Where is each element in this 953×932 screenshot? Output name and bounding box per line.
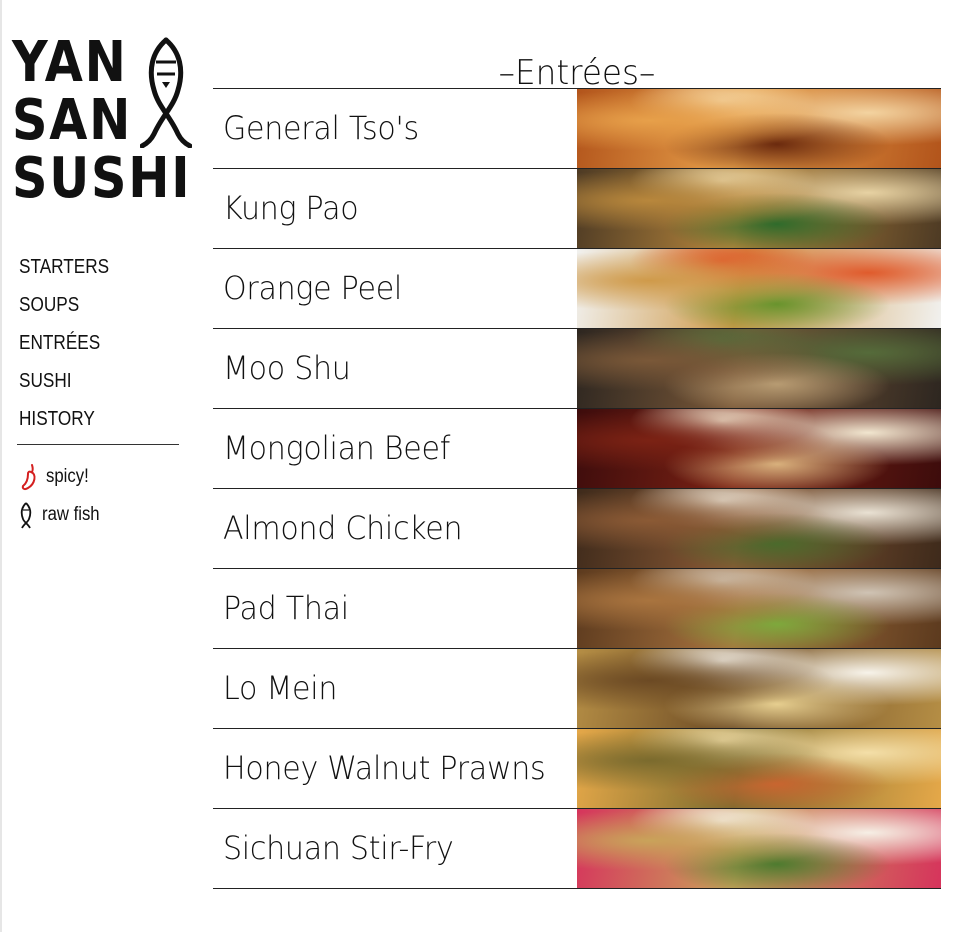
menu-item-row[interactable]: Orange Peel bbox=[213, 249, 941, 329]
menu-legend: spicy! raw fish bbox=[18, 458, 107, 534]
nav-link-sushi[interactable]: SUSHI bbox=[19, 362, 109, 400]
menu-item-name: General Tso's bbox=[223, 109, 419, 147]
main-nav: STARTERS SOUPS ENTRÉES SUSHI HISTORY bbox=[19, 248, 124, 438]
menu-item-row[interactable]: General Tso's bbox=[213, 89, 941, 169]
menu-item-name: Orange Peel bbox=[223, 269, 402, 307]
moo-shu-photo bbox=[577, 329, 941, 408]
menu-item-name: Pad Thai bbox=[223, 589, 349, 627]
menu-item-row[interactable]: Lo Mein bbox=[213, 649, 941, 729]
pad-thai-photo bbox=[577, 569, 941, 648]
logo-line-1: YAN bbox=[12, 30, 128, 95]
lo-mein-photo bbox=[577, 649, 941, 728]
menu-item-name: Honey Walnut Prawns bbox=[223, 749, 546, 787]
logo-line-3: SUSHI bbox=[12, 146, 192, 211]
menu-item-name: Kung Pao bbox=[223, 189, 359, 227]
general-tso-photo bbox=[577, 89, 941, 168]
honey-walnut-prawns-photo bbox=[577, 729, 941, 808]
legend-label-spicy: spicy! bbox=[46, 466, 89, 487]
nav-link-history[interactable]: HISTORY bbox=[19, 400, 109, 438]
legend-item-raw-fish: raw fish bbox=[18, 496, 107, 534]
fish-logo-icon bbox=[140, 37, 192, 148]
sichuan-stir-fry-photo bbox=[577, 809, 941, 888]
menu-item-row[interactable]: Honey Walnut Prawns bbox=[213, 729, 941, 809]
menu-item-name: Mongolian Beef bbox=[223, 429, 451, 467]
restaurant-logo[interactable]: YAN SAN SUSHI bbox=[10, 30, 192, 212]
entree-list: General Tso's Kung Pao Orange Peel Moo Shu M… bbox=[213, 88, 941, 889]
legend-item-spicy: spicy! bbox=[18, 458, 107, 496]
nav-divider bbox=[17, 444, 179, 445]
menu-item-row[interactable]: Pad Thai bbox=[213, 569, 941, 649]
fish-icon bbox=[20, 502, 32, 529]
mongolian-beef-photo bbox=[577, 409, 941, 488]
nav-link-entrees[interactable]: ENTRÉES bbox=[19, 324, 109, 362]
chili-pepper-icon bbox=[21, 464, 36, 491]
menu-item-name: Almond Chicken bbox=[223, 509, 463, 547]
nav-link-starters[interactable]: STARTERS bbox=[19, 248, 109, 286]
menu-item-row[interactable]: Sichuan Stir-Fry bbox=[213, 809, 941, 889]
logo-line-2: SAN bbox=[12, 88, 133, 153]
page-left-border bbox=[0, 0, 2, 932]
menu-item-name: Moo Shu bbox=[223, 349, 351, 387]
menu-item-row[interactable]: Mongolian Beef bbox=[213, 409, 941, 489]
nav-link-soups[interactable]: SOUPS bbox=[19, 286, 109, 324]
menu-item-name: Sichuan Stir-Fry bbox=[223, 829, 454, 867]
almond-chicken-photo bbox=[577, 489, 941, 568]
menu-item-row[interactable]: Moo Shu bbox=[213, 329, 941, 409]
menu-item-row[interactable]: Almond Chicken bbox=[213, 489, 941, 569]
menu-item-row[interactable]: Kung Pao bbox=[213, 169, 941, 249]
kung-pao-photo bbox=[577, 169, 941, 248]
legend-label-raw-fish: raw fish bbox=[42, 504, 100, 525]
menu-item-name: Lo Mein bbox=[223, 669, 338, 707]
orange-peel-photo bbox=[577, 249, 941, 328]
